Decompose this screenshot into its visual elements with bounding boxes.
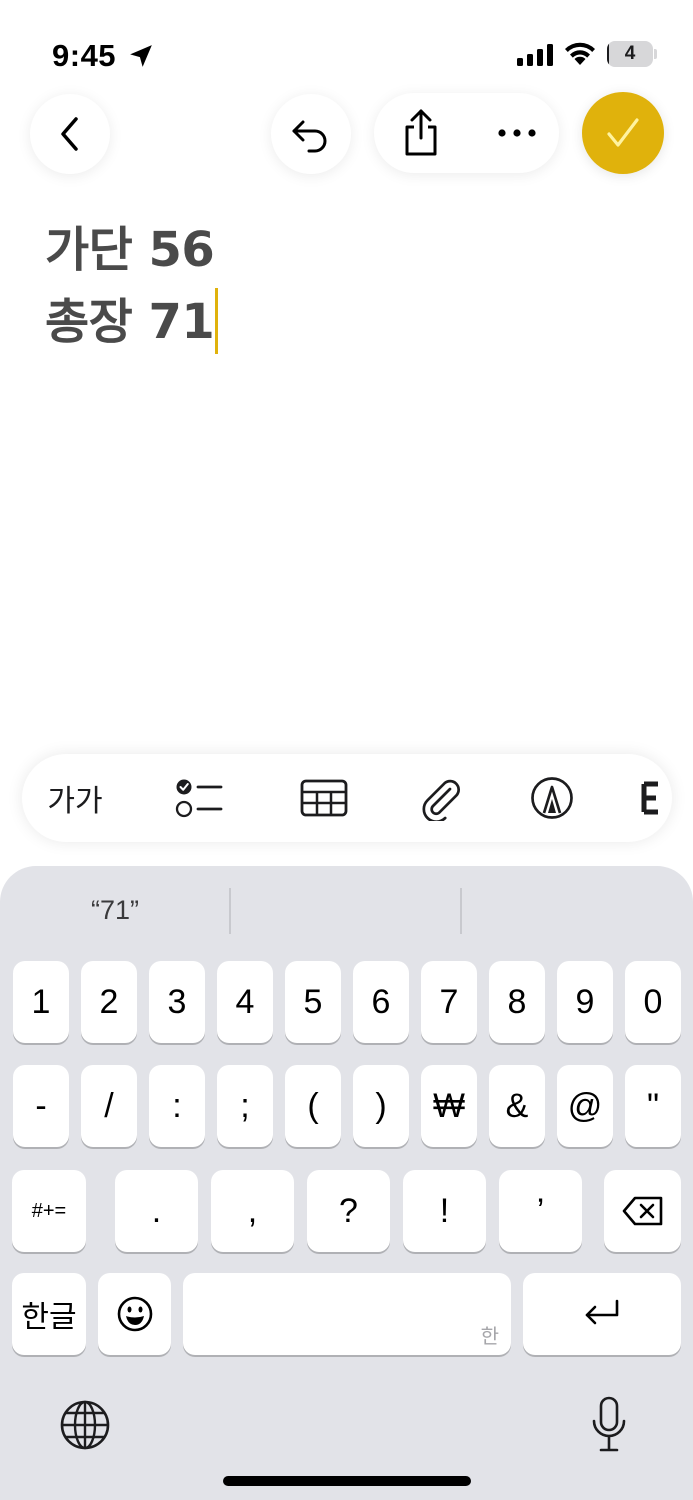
space-hint: 한 [480, 1324, 499, 1348]
home-indicator [223, 1476, 471, 1486]
checklist-button[interactable] [162, 754, 238, 842]
attachment-button[interactable] [404, 754, 480, 842]
markup-button[interactable] [514, 754, 590, 842]
punctuation-key[interactable]: ! [403, 1170, 486, 1252]
key-5[interactable]: 5 [285, 961, 341, 1043]
markup-pen-icon [531, 777, 573, 819]
text-style-button[interactable]: 가가 [32, 754, 118, 842]
key-7[interactable]: 7 [421, 961, 477, 1043]
wifi-icon [565, 42, 595, 65]
status-bar: 9:45 4 [0, 0, 693, 90]
key-4[interactable]: 4 [217, 961, 273, 1043]
formatting-toolbar: 가가 [22, 754, 672, 842]
share-icon [405, 109, 437, 156]
battery-icon: 4 [607, 41, 657, 67]
microphone-icon[interactable] [590, 1396, 628, 1454]
more-tools-icon [641, 781, 658, 815]
back-button[interactable] [30, 94, 110, 174]
table-button[interactable] [286, 754, 362, 842]
status-time: 9:45 [52, 38, 117, 73]
battery-level: 4 [624, 43, 636, 64]
note-line-2[interactable]: 총장 71 [45, 282, 219, 358]
suggestion-2[interactable] [231, 886, 460, 934]
cellular-signal-icon [517, 44, 553, 66]
key-3[interactable]: 3 [149, 961, 205, 1043]
key-6[interactable]: 6 [353, 961, 409, 1043]
punctuation-key[interactable]: ? [307, 1170, 390, 1252]
symbols-shift-key[interactable]: #+= [12, 1170, 86, 1252]
key-1[interactable]: 1 [13, 961, 69, 1043]
table-icon [300, 779, 348, 817]
symbol-key[interactable]: ₩ [421, 1065, 477, 1147]
key-9[interactable]: 9 [557, 961, 613, 1043]
symbol-key[interactable]: ; [217, 1065, 273, 1147]
space-key[interactable]: 한 [183, 1273, 511, 1355]
return-icon [585, 1299, 619, 1325]
delete-key[interactable] [604, 1170, 681, 1252]
symbol-key[interactable]: ( [285, 1065, 341, 1147]
checklist-icon [175, 779, 223, 818]
suggestion-1[interactable]: “71” [0, 886, 230, 934]
share-button[interactable] [390, 93, 452, 173]
punctuation-key[interactable]: ’ [499, 1170, 582, 1252]
undo-icon [292, 120, 327, 153]
symbol-key[interactable]: ) [353, 1065, 409, 1147]
punctuation-key[interactable]: . [115, 1170, 198, 1252]
symbol-key[interactable]: : [149, 1065, 205, 1147]
symbol-key[interactable]: & [489, 1065, 545, 1147]
chevron-left-icon [61, 117, 78, 151]
location-arrow-icon [130, 45, 152, 67]
symbol-key[interactable]: / [81, 1065, 137, 1147]
symbol-key[interactable]: - [13, 1065, 69, 1147]
symbol-key[interactable]: @ [557, 1065, 613, 1147]
note-line-2-text: 총장 71 [45, 294, 215, 350]
share-more-group [374, 93, 559, 173]
delete-backspace-icon [622, 1196, 662, 1226]
text-style-label: 가가 [47, 784, 103, 819]
key-2[interactable]: 2 [81, 961, 137, 1043]
return-key[interactable] [523, 1273, 681, 1355]
done-button[interactable] [582, 92, 664, 174]
symbol-key[interactable]: " [625, 1065, 681, 1147]
checkmark-icon [607, 118, 639, 147]
text-cursor [215, 288, 219, 354]
ellipsis-icon [498, 129, 536, 137]
undo-button[interactable] [271, 94, 351, 174]
emoji-icon [117, 1296, 152, 1332]
emoji-key[interactable] [98, 1273, 171, 1355]
key-10[interactable]: 0 [625, 961, 681, 1043]
more-tools-button[interactable] [640, 754, 672, 842]
more-button[interactable] [482, 93, 552, 173]
language-key[interactable]: 한글 [12, 1273, 86, 1355]
note-line-1[interactable]: 가단 56 [45, 210, 215, 280]
key-8[interactable]: 8 [489, 961, 545, 1043]
punctuation-key[interactable]: , [211, 1170, 294, 1252]
globe-icon[interactable] [58, 1398, 112, 1452]
paperclip-icon [422, 779, 460, 821]
suggestion-3[interactable] [462, 886, 693, 934]
